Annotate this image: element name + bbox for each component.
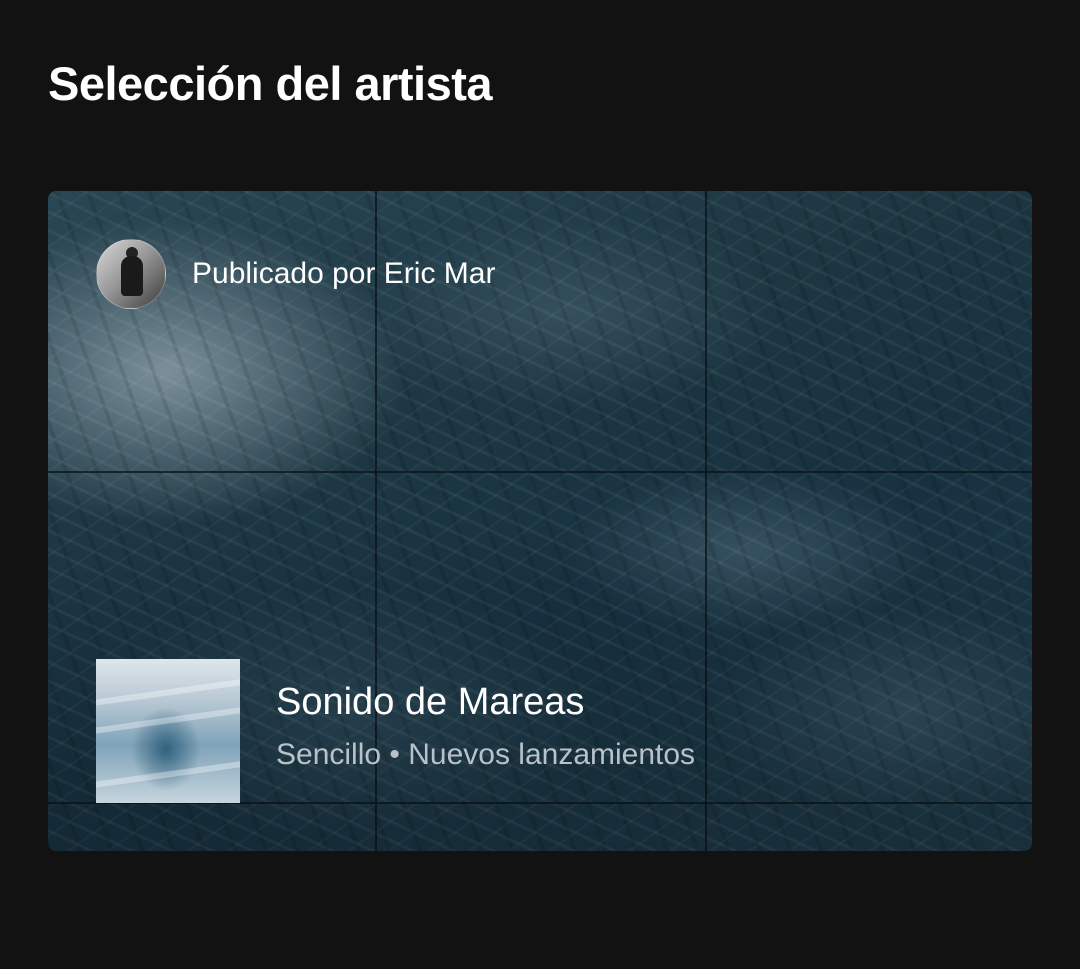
artist-pick-card[interactable]: Publicado por Eric Mar Sonido de Mareas …	[48, 191, 1032, 851]
artist-avatar[interactable]	[96, 239, 166, 309]
release-title[interactable]: Sonido de Mareas	[276, 681, 695, 724]
section-title: Selección del artista	[48, 57, 493, 110]
release-cover-art[interactable]	[96, 659, 240, 803]
publisher-label: Publicado por Eric Mar	[192, 257, 496, 290]
release-meta: Sencillo • Nuevos lanzamientos	[276, 737, 696, 771]
release-row[interactable]: Sonido de Mareas Sencillo • Nuevos lanza…	[96, 659, 695, 803]
publisher-row: Publicado por Eric Mar	[96, 239, 495, 309]
